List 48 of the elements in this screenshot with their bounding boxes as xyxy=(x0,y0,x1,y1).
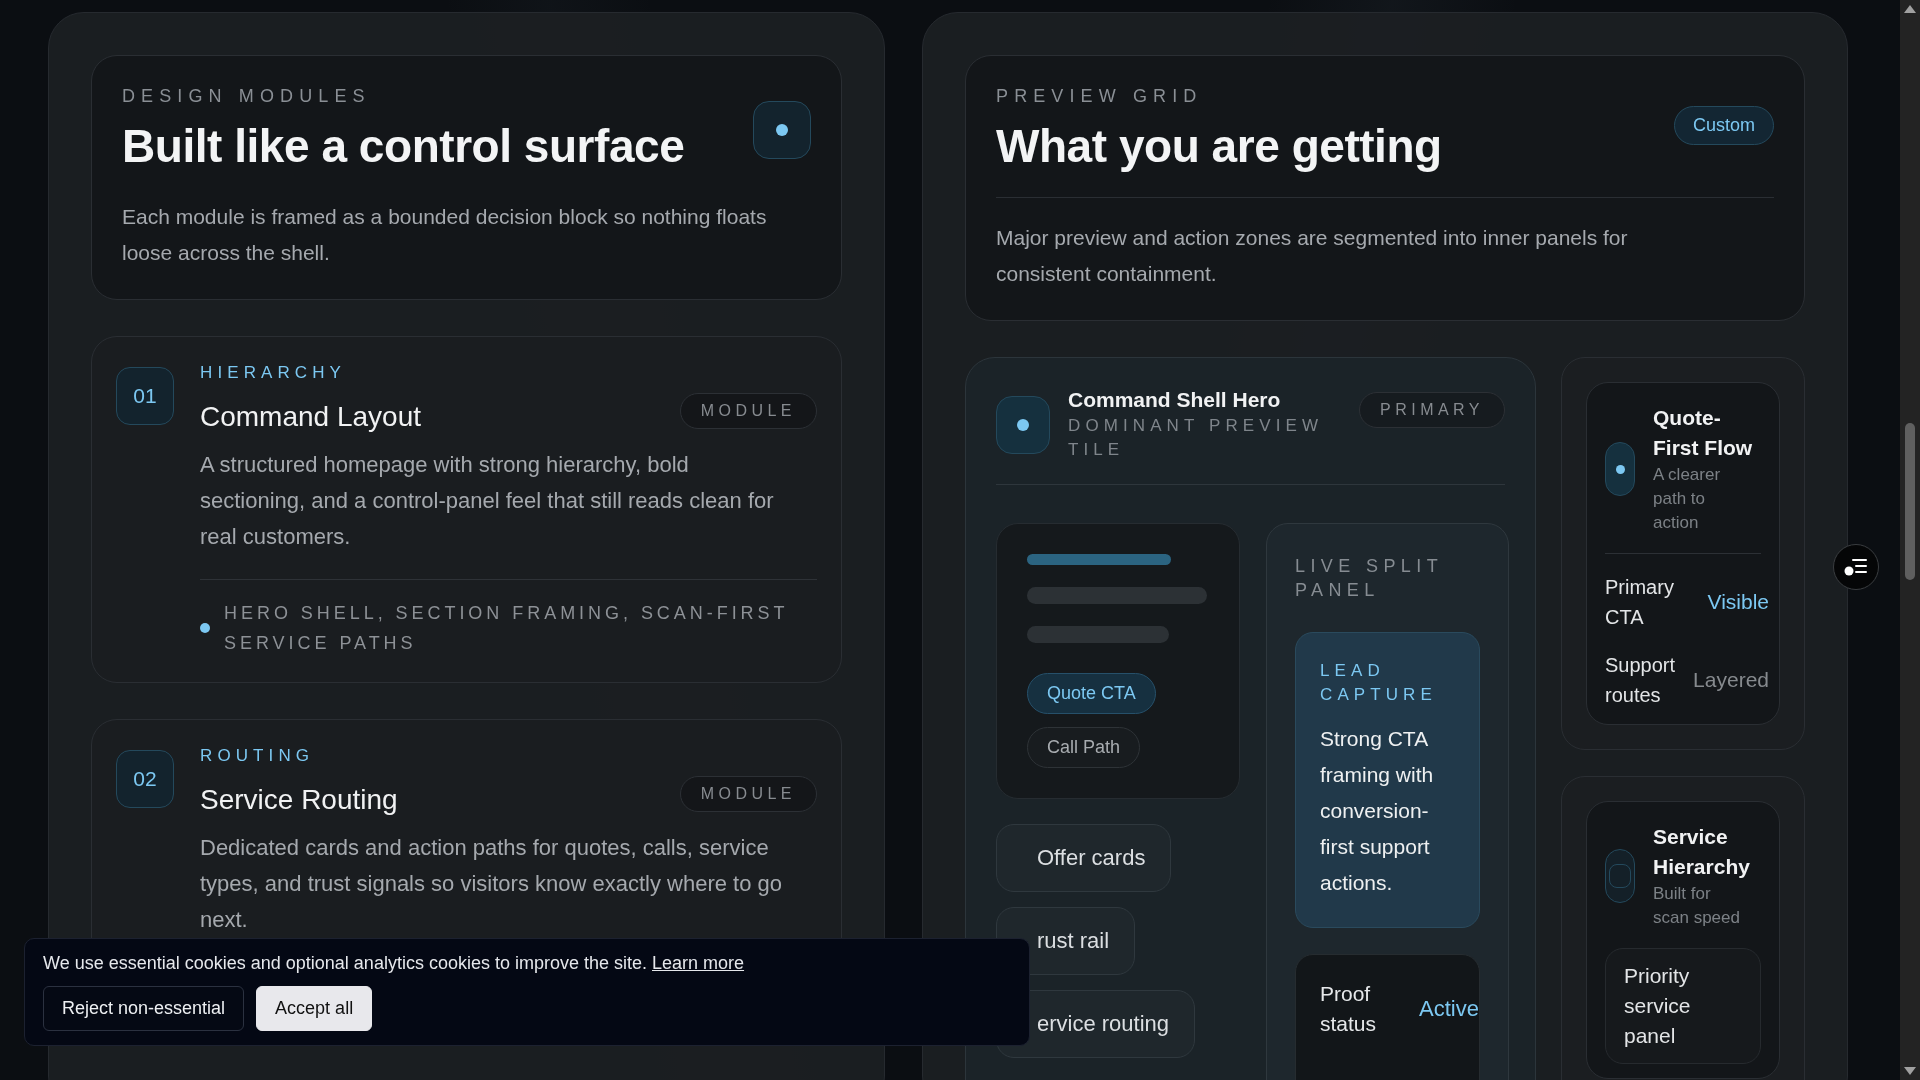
section-title: What you are getting xyxy=(996,119,1442,173)
lead-eyebrow: LEAD CAPTURE xyxy=(1320,660,1438,706)
module-features: HERO SHELL, SECTION FRAMING, SCAN-FIRST SERVICE PATHS xyxy=(224,602,790,655)
row-label: Primary CTA xyxy=(1605,575,1675,630)
cookie-message: We use essential cookies and optional analytics cookies to improve the site. Learn more xyxy=(43,953,746,974)
module-title: Service Routing xyxy=(200,784,398,816)
tile-subtitle: DOMINANT PREVIEW TILE xyxy=(1068,415,1325,461)
primary-badge: PRIMARY xyxy=(1359,392,1505,428)
row-value: Layered xyxy=(1693,668,1769,692)
bullet-icon xyxy=(200,623,210,633)
status-value: Active xyxy=(1419,996,1479,1022)
section-eyebrow: PREVIEW GRID xyxy=(996,86,1204,107)
chip[interactable]: Call Path xyxy=(1027,727,1141,768)
module-description: Dedicated cards and action paths for quotes, calls, service types, and trust signals so visitors know exactly where to go next. xyxy=(200,834,784,934)
scrollbar-track[interactable] xyxy=(1900,0,1920,1080)
module-description: A structured homepage with strong hierarchy, bold sectioning, and a control-panel feel that still reads clean for real customers. xyxy=(200,451,775,551)
module-number: 01 xyxy=(116,367,174,425)
module-badge: MODULE xyxy=(679,776,817,812)
chip[interactable]: Quote CTA xyxy=(1027,673,1156,714)
section-description: Each module is framed as a bounded decision block so nothing floats loose across the shell. xyxy=(122,204,768,266)
action-button[interactable]: Offer cards xyxy=(996,824,1172,892)
scroll-up-icon[interactable] xyxy=(1904,5,1916,13)
list-icon xyxy=(1844,557,1868,577)
learn-more-link[interactable]: Learn more xyxy=(652,953,745,973)
section-eyebrow: DESIGN MODULES xyxy=(122,86,372,107)
module-badge: MODULE xyxy=(679,393,817,429)
card-subtitle: Built for scan speed xyxy=(1653,883,1741,929)
card-title: Service Hierarchy xyxy=(1653,824,1751,880)
module-tag: ROUTING xyxy=(200,746,398,766)
accept-button[interactable]: Accept all xyxy=(256,986,373,1031)
scroll-down-icon[interactable] xyxy=(1904,1067,1916,1075)
module-title: Command Layout xyxy=(200,401,421,433)
panel-eyebrow: LIVE SPLIT PANEL xyxy=(1295,555,1444,602)
scrollbar-thumb[interactable] xyxy=(1905,423,1915,580)
section-title: Built like a control surface xyxy=(122,119,685,173)
section-description: Major preview and action zones are segmented into inner panels for consistent containment. xyxy=(996,225,1629,287)
card-subtitle: A clearer path to action xyxy=(1653,464,1722,534)
panel-label: Priority service panel xyxy=(1605,948,1761,1064)
custom-badge: Custom xyxy=(1674,106,1774,145)
reject-button[interactable]: Reject non-essential xyxy=(43,986,245,1031)
module-number: 02 xyxy=(116,750,174,808)
status-label: Proof status xyxy=(1320,981,1378,1037)
row-label: Support routes xyxy=(1605,653,1677,708)
row-value: Visible xyxy=(1707,590,1769,614)
card-title: Quote-First Flow xyxy=(1653,405,1754,461)
tile-title: Command Shell Hero xyxy=(1068,388,1282,412)
lead-text: Strong CTA framing with conversion-first support actions. xyxy=(1320,726,1435,896)
module-tag: HIERARCHY xyxy=(200,363,421,383)
